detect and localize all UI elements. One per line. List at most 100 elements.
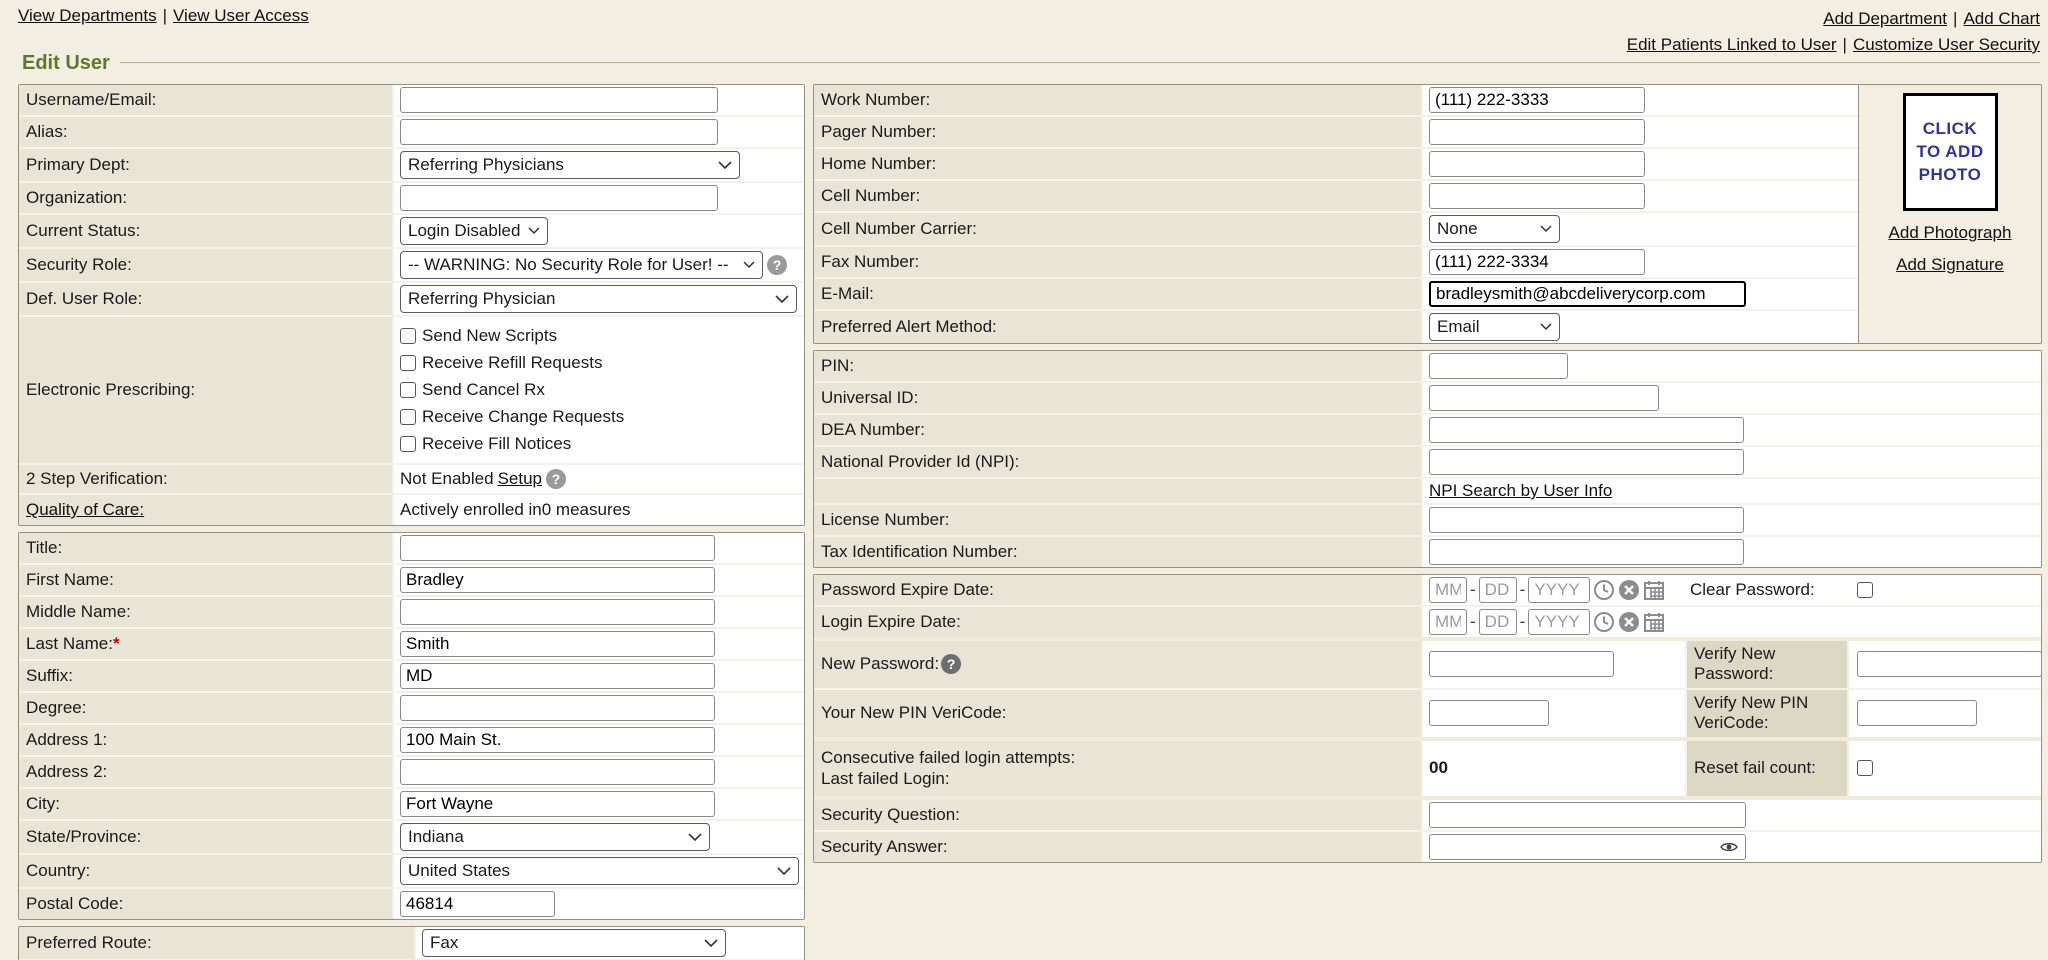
current-status-select[interactable]: Login Disabled — [400, 217, 548, 245]
work-number-input[interactable] — [1429, 87, 1645, 113]
postal-code-label: Postal Code: — [26, 894, 123, 914]
primary-dept-select[interactable]: Referring Physicians — [400, 151, 740, 179]
license-number-input[interactable] — [1429, 507, 1744, 533]
username-input[interactable] — [400, 87, 718, 113]
view-user-access-link[interactable]: View User Access — [173, 6, 309, 25]
pin-label: PIN: — [821, 356, 854, 376]
receive-fill-notices-checkbox[interactable] — [400, 436, 416, 452]
chevron-down-icon — [528, 227, 540, 235]
reset-fail-count-label: Reset fail count: — [1694, 758, 1816, 778]
pwd-expire-yyyy-input[interactable] — [1528, 577, 1590, 603]
view-departments-link[interactable]: View Departments — [18, 6, 157, 25]
chevron-down-icon — [704, 939, 718, 948]
postal-code-input[interactable] — [400, 891, 555, 917]
receive-refill-requests-checkbox[interactable] — [400, 355, 416, 371]
cell-carrier-select[interactable]: None — [1429, 215, 1560, 243]
new-password-input[interactable] — [1429, 651, 1614, 677]
address1-input[interactable] — [400, 727, 715, 753]
fax-number-input[interactable] — [1429, 249, 1645, 275]
email-row: E-Mail: — [814, 279, 1858, 311]
add-photograph-link[interactable]: Add Photograph — [1889, 223, 2012, 243]
organization-row: Organization: — [19, 183, 804, 215]
link-separator: | — [1843, 35, 1847, 54]
receive-change-requests-checkbox[interactable] — [400, 409, 416, 425]
universal-id-row: Universal ID: — [814, 383, 2041, 415]
npi-search-link[interactable]: NPI Search by User Info — [1429, 481, 1612, 501]
universal-id-input[interactable] — [1429, 385, 1659, 411]
verify-password-input[interactable] — [1857, 651, 2042, 677]
security-question-label: Security Question: — [821, 805, 960, 825]
pwd-expire-dd-input[interactable] — [1479, 577, 1517, 603]
clock-icon[interactable] — [1593, 611, 1615, 633]
address2-input[interactable] — [400, 759, 715, 785]
pin-input[interactable] — [1429, 353, 1568, 379]
title-input[interactable] — [400, 535, 715, 561]
degree-input[interactable] — [400, 695, 715, 721]
tax-id-label: Tax Identification Number: — [821, 542, 1018, 562]
alert-method-select[interactable]: Email — [1429, 313, 1560, 341]
identifiers-group: PIN: Universal ID: DEA Number: National … — [813, 350, 2042, 568]
def-user-role-select[interactable]: Referring Physician — [400, 285, 797, 313]
calendar-icon[interactable] — [1643, 579, 1665, 601]
two-step-label: 2 Step Verification: — [26, 469, 168, 489]
new-password-help-icon[interactable]: ? — [941, 654, 961, 674]
clear-password-checkbox[interactable] — [1857, 582, 1873, 598]
last-name-input[interactable] — [400, 631, 715, 657]
login-expire-dd-input[interactable] — [1479, 609, 1517, 635]
username-row: Username/Email: — [19, 85, 804, 117]
verify-password-label: Verify New Password: — [1694, 644, 1840, 685]
send-cancel-rx-checkbox[interactable] — [400, 382, 416, 398]
def-user-role-row: Def. User Role: Referring Physician — [19, 283, 804, 317]
preferred-route-select[interactable]: Fax — [422, 929, 726, 957]
cell-number-input[interactable] — [1429, 183, 1645, 209]
calendar-icon[interactable] — [1643, 611, 1665, 633]
suffix-input[interactable] — [400, 663, 715, 689]
reset-fail-checkbox[interactable] — [1857, 760, 1873, 776]
security-role-row: Security Role: -- WARNING: No Security R… — [19, 249, 804, 283]
customize-user-security-link[interactable]: Customize User Security — [1853, 35, 2040, 54]
license-number-label: License Number: — [821, 510, 950, 530]
security-answer-row: Security Answer: — [814, 832, 2041, 862]
pager-number-input[interactable] — [1429, 119, 1645, 145]
two-step-setup-link[interactable]: Setup — [498, 469, 542, 489]
add-department-link[interactable]: Add Department — [1823, 9, 1947, 28]
middle-name-row: Middle Name: — [19, 597, 804, 629]
quality-of-care-link[interactable]: Quality of Care: — [26, 500, 144, 520]
login-expire-mm-input[interactable] — [1429, 609, 1467, 635]
security-role-select[interactable]: -- WARNING: No Security Role for User! -… — [400, 251, 763, 279]
clear-date-icon[interactable] — [1618, 611, 1640, 633]
clock-icon[interactable] — [1593, 579, 1615, 601]
pin-vericode-input[interactable] — [1429, 700, 1549, 726]
send-new-scripts-checkbox[interactable] — [400, 328, 416, 344]
login-expire-yyyy-input[interactable] — [1528, 609, 1590, 635]
middle-name-input[interactable] — [400, 599, 715, 625]
security-question-input[interactable] — [1429, 802, 1746, 828]
verify-pin-vericode-input[interactable] — [1857, 700, 1977, 726]
country-select[interactable]: United States — [400, 857, 799, 885]
tax-id-input[interactable] — [1429, 539, 1744, 565]
chevron-down-icon — [1540, 323, 1552, 331]
email-input[interactable] — [1429, 281, 1746, 307]
add-signature-link[interactable]: Add Signature — [1896, 255, 2004, 275]
two-step-help-icon[interactable]: ? — [546, 469, 566, 489]
eye-icon[interactable] — [1720, 841, 1738, 853]
security-role-help-icon[interactable]: ? — [767, 255, 787, 275]
npi-input[interactable] — [1429, 449, 1744, 475]
preferred-route-label: Preferred Route: — [26, 933, 152, 953]
add-chart-link[interactable]: Add Chart — [1963, 9, 2040, 28]
state-select[interactable]: Indiana — [400, 823, 710, 851]
organization-input[interactable] — [400, 185, 718, 211]
state-label: State/Province: — [26, 827, 141, 847]
dea-number-input[interactable] — [1429, 417, 1744, 443]
clear-date-icon[interactable] — [1618, 579, 1640, 601]
login-expire-row: Login Expire Date: - - — [814, 607, 2041, 641]
photo-box[interactable]: CLICK TO ADD PHOTO — [1903, 93, 1998, 211]
pwd-expire-mm-input[interactable] — [1429, 577, 1467, 603]
home-number-input[interactable] — [1429, 151, 1645, 177]
alias-input[interactable] — [400, 119, 718, 145]
security-answer-input[interactable] — [1429, 834, 1746, 860]
state-row: State/Province: Indiana — [19, 821, 804, 855]
first-name-input[interactable] — [400, 567, 715, 593]
city-input[interactable] — [400, 791, 715, 817]
edit-patients-linked-link[interactable]: Edit Patients Linked to User — [1627, 35, 1837, 54]
